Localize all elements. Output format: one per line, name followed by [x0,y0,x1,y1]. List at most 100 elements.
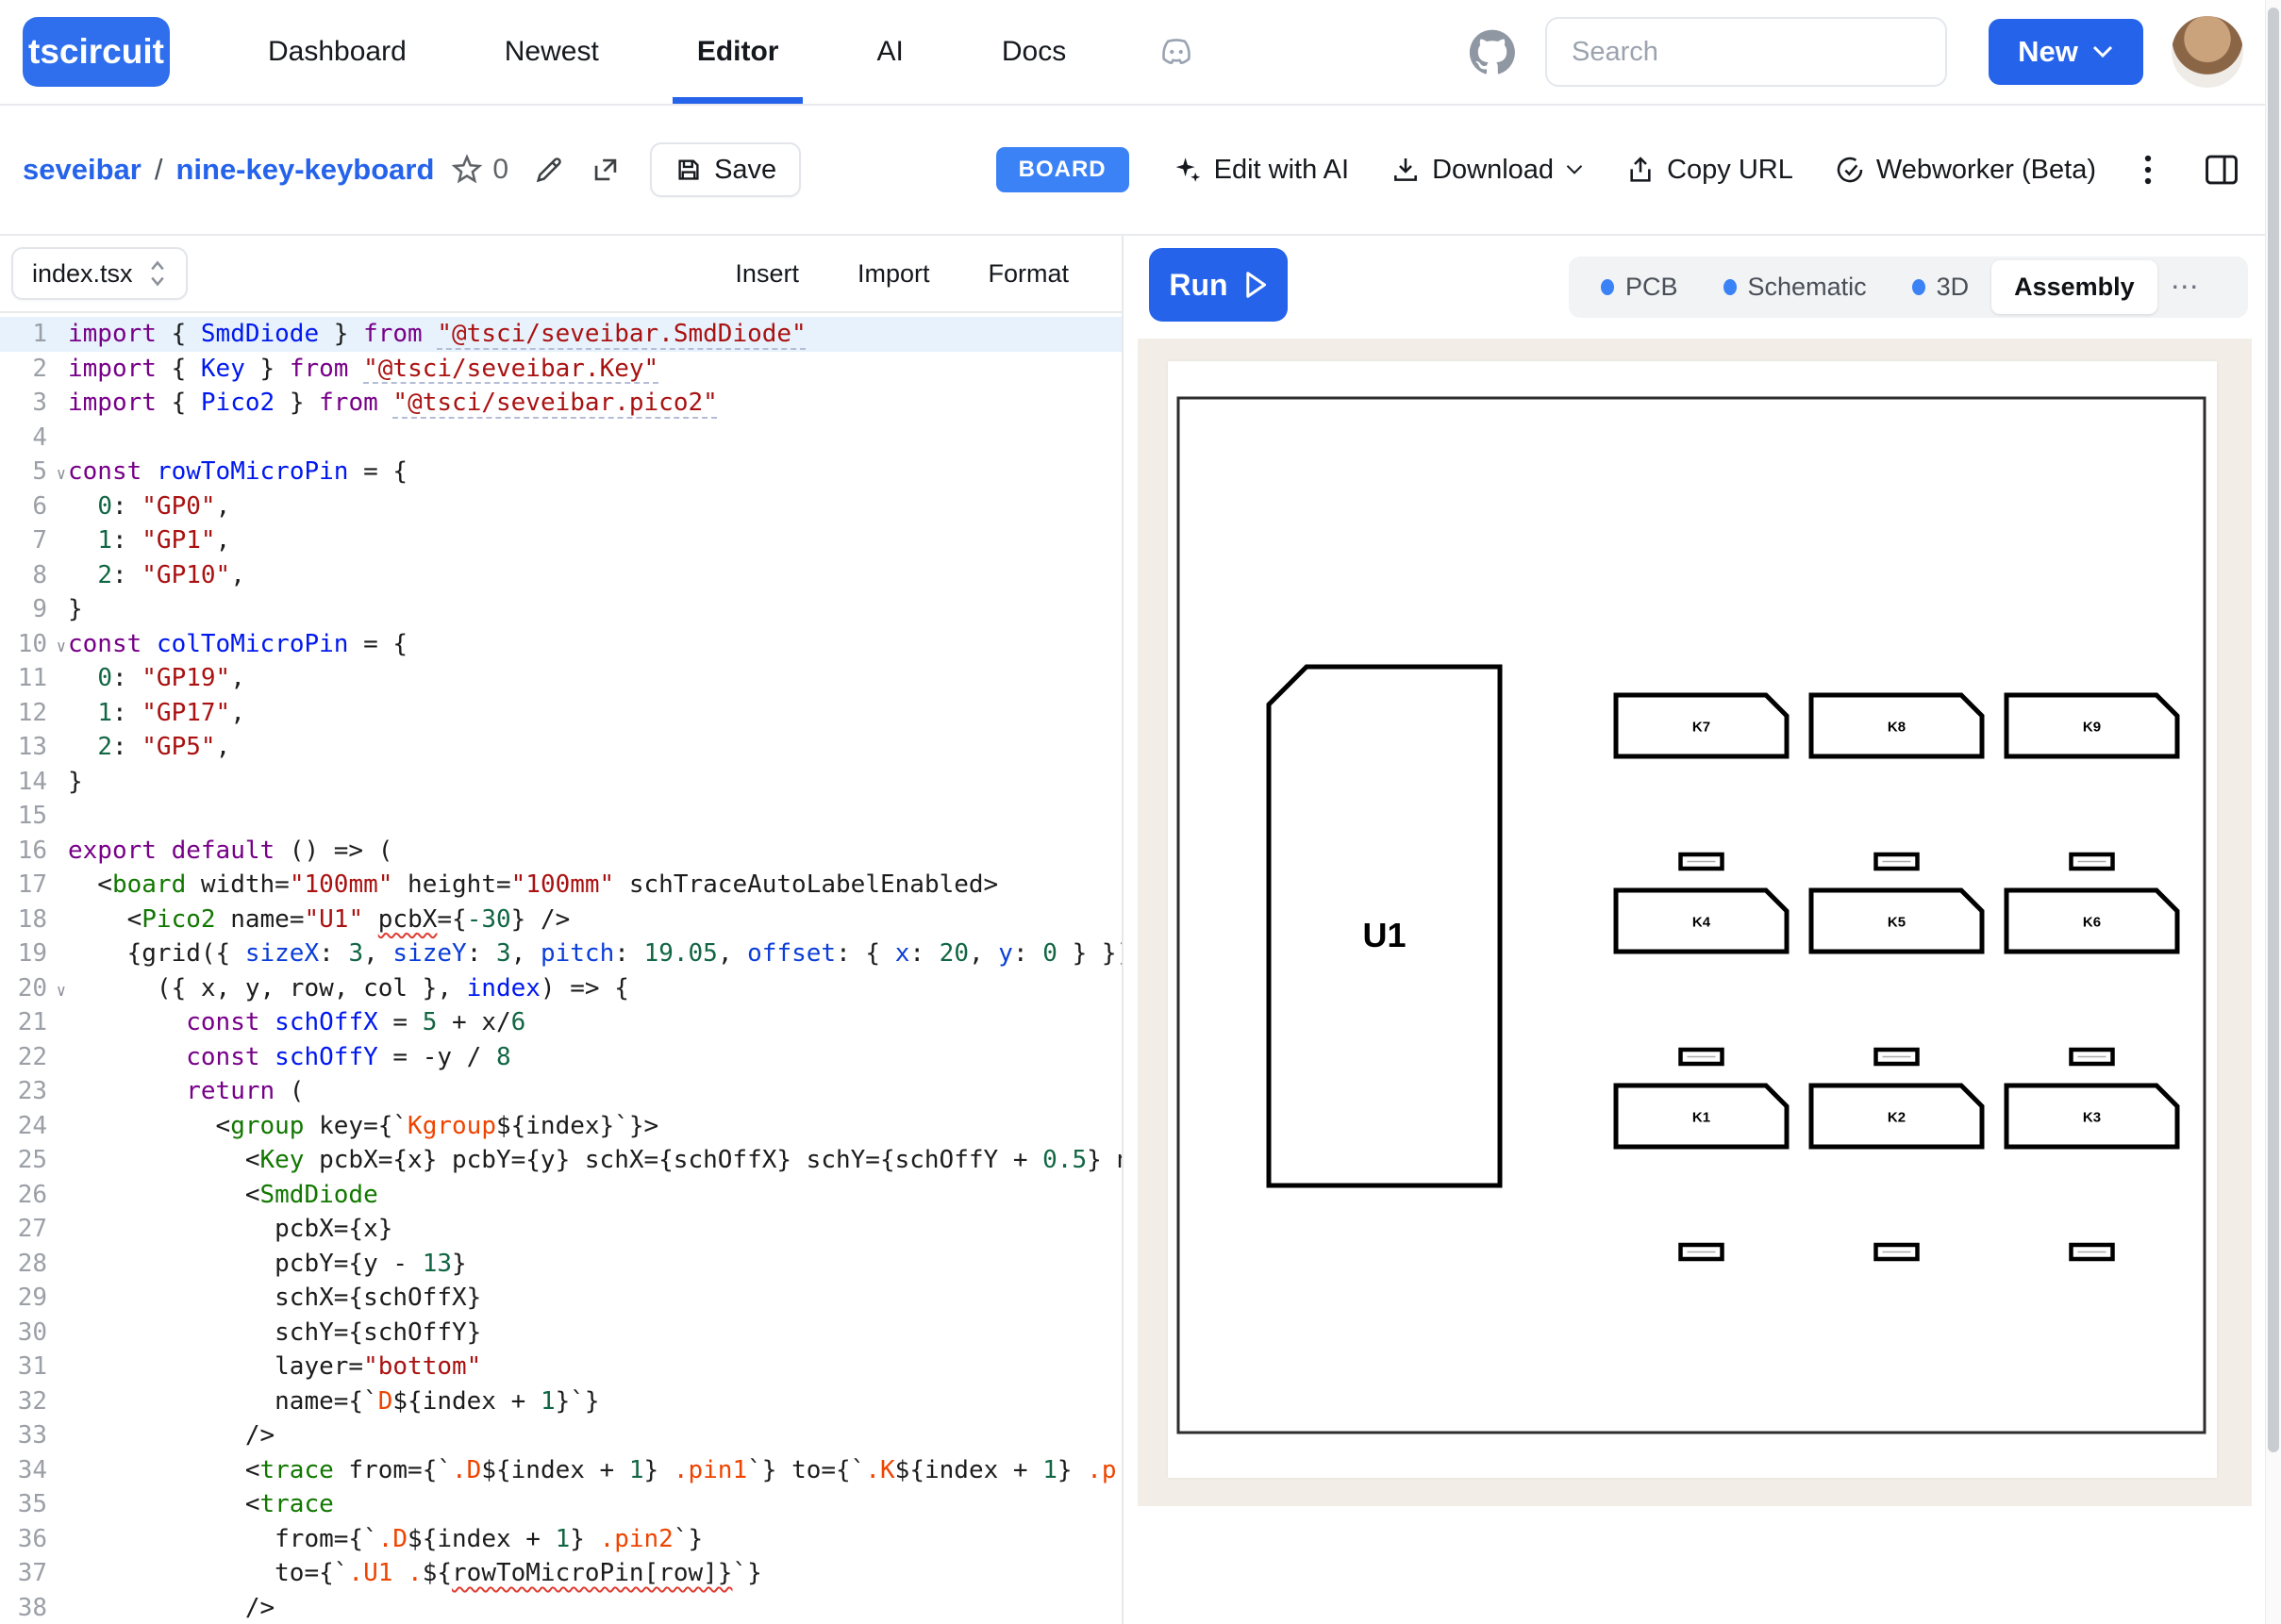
code-line-4[interactable]: 4 [0,421,1122,456]
window-scrollbar-thumb[interactable] [2268,8,2279,1452]
copy-url-label: Copy URL [1667,155,1793,186]
editor-menu-import[interactable]: Import [857,259,930,289]
fold-arrow-icon[interactable]: ∨ [57,630,66,665]
code-line-16[interactable]: 16export default () => ( [0,834,1122,869]
tab-3d[interactable]: 3D [1890,260,1992,314]
more-options-button[interactable] [2141,153,2155,187]
code-line-31[interactable]: 31 layer="bottom" [0,1350,1122,1384]
code-line-12[interactable]: 12 1: "GP17", [0,696,1122,731]
line-number: 18 [0,903,62,937]
code-line-6[interactable]: 6 0: "GP0", [0,489,1122,524]
tabs-overflow-button[interactable]: ⋯ [2157,271,2214,304]
nav-link-ai[interactable]: AI [876,0,903,104]
code-line-24[interactable]: 24 <group key={`Kgroup${index}`}> [0,1109,1122,1144]
chip-u1-label: U1 [1362,916,1406,954]
run-button-label: Run [1169,268,1227,303]
tab-pcb[interactable]: PCB [1578,260,1701,314]
run-button[interactable]: Run [1149,248,1288,322]
code-line-27[interactable]: 27 pcbX={x} [0,1212,1122,1247]
breadcrumb-owner[interactable]: seveibar [23,153,142,187]
code-text: pcbX={x} [62,1212,392,1247]
code-line-14[interactable]: 14} [0,765,1122,800]
code-line-21[interactable]: 21 const schOffX = 5 + x/6 [0,1005,1122,1040]
code-line-5[interactable]: 5∨const rowToMicroPin = { [0,455,1122,489]
code-line-9[interactable]: 9} [0,592,1122,627]
edit-with-ai-label: Edit with AI [1214,155,1349,186]
top-nav: tscircuit Dashboard Newest Editor AI Docs Ne… [0,0,2281,106]
search-input[interactable] [1545,17,1947,87]
fold-arrow-icon[interactable]: ∨ [57,457,66,492]
key-k6-label: K6 [2083,915,2101,931]
code-line-26[interactable]: 26 <SmdDiode [0,1178,1122,1213]
nav-link-editor[interactable]: Editor [697,0,779,104]
code-line-19[interactable]: 19 {grid({ sizeX: 3, sizeY: 3, pitch: 19… [0,936,1122,971]
code-line-11[interactable]: 11 0: "GP19", [0,661,1122,696]
code-line-13[interactable]: 13 2: "GP5", [0,730,1122,765]
code-line-37[interactable]: 37 to={`.U1 .${rowToMicroPin[row]}`} [0,1556,1122,1591]
tab-schematic[interactable]: Schematic [1701,260,1890,314]
webworker-toggle[interactable]: Webworker (Beta) [1835,155,2096,186]
rename-button[interactable] [533,154,565,186]
download-button[interactable]: Download [1390,155,1584,186]
code-line-25[interactable]: 25 <Key pcbX={x} pcbY={y} schX={schOffX}… [0,1143,1122,1178]
code-line-38[interactable]: 38 /> [0,1591,1122,1624]
tab-assembly[interactable]: Assembly [1991,260,2157,314]
line-number: 2 [0,352,62,387]
code-line-36[interactable]: 36 from={`.D${index + 1} .pin2`} [0,1522,1122,1557]
tab-label: Assembly [2014,273,2135,302]
copy-url-button[interactable]: Copy URL [1625,155,1793,186]
nav-link-docs[interactable]: Docs [1002,0,1066,104]
fold-arrow-icon[interactable]: ∨ [57,974,66,1009]
code-line-2[interactable]: 2import { Key } from "@tsci/seveibar.Key… [0,352,1122,387]
code-line-33[interactable]: 33 /> [0,1418,1122,1453]
code-line-10[interactable]: 10∨const colToMicroPin = { [0,627,1122,662]
code-line-8[interactable]: 8 2: "GP10", [0,558,1122,593]
github-icon[interactable] [1470,29,1515,75]
nav-link-newest[interactable]: Newest [505,0,599,104]
code-line-17[interactable]: 17 <board width="100mm" height="100mm" s… [0,868,1122,903]
line-number: 7 [0,523,62,558]
tab-status-dot [1723,279,1737,295]
code-line-1[interactable]: 1import { SmdDiode } from "@tsci/seveiba… [0,317,1122,352]
line-number: 8 [0,558,62,593]
code-line-20[interactable]: 20∨ ({ x, y, row, col }, index) => { [0,971,1122,1006]
assembly-canvas[interactable]: U1K7K8K9K4K5K6K1K2K3 [1138,339,2252,1506]
nav-link-dashboard[interactable]: Dashboard [268,0,407,104]
download-label: Download [1432,155,1554,186]
code-line-34[interactable]: 34 <trace from={`.D${index + 1} .pin1`} … [0,1453,1122,1488]
toggle-panel-button[interactable] [2204,154,2239,186]
code-text [62,799,68,834]
file-selector[interactable]: index.tsx [11,247,188,300]
editor-menu-insert[interactable]: Insert [735,259,799,289]
code-editor[interactable]: 1import { SmdDiode } from "@tsci/seveiba… [0,313,1122,1624]
star-control[interactable]: 0 [451,154,508,186]
breadcrumb-project[interactable]: nine-key-keyboard [175,153,434,187]
editor-menu-format[interactable]: Format [988,259,1069,289]
code-line-7[interactable]: 7 1: "GP1", [0,523,1122,558]
code-text: to={`.U1 .${rowToMicroPin[row]}`} [62,1556,762,1591]
line-number: 33 [0,1418,62,1453]
open-external-button[interactable] [590,154,622,186]
code-line-35[interactable]: 35 <trace [0,1487,1122,1522]
share-icon [1625,155,1656,185]
edit-with-ai-button[interactable]: Edit with AI [1171,154,1349,186]
check-circle-icon [1835,155,1865,185]
board-badge[interactable]: BOARD [996,147,1129,192]
key-k9-label: K9 [2083,720,2101,736]
code-line-3[interactable]: 3import { Pico2 } from "@tsci/seveibar.p… [0,386,1122,421]
code-line-29[interactable]: 29 schX={schOffX} [0,1281,1122,1316]
code-line-23[interactable]: 23 return ( [0,1074,1122,1109]
code-line-22[interactable]: 22 const schOffY = -y / 8 [0,1040,1122,1075]
new-button[interactable]: New [1989,19,2143,85]
discord-icon[interactable] [1157,36,1196,68]
code-line-15[interactable]: 15 [0,799,1122,834]
tscircuit-logo[interactable]: tscircuit [23,17,170,87]
save-button[interactable]: Save [650,142,801,197]
code-line-32[interactable]: 32 name={`D${index + 1}`} [0,1384,1122,1419]
code-line-30[interactable]: 30 schY={schOffY} [0,1316,1122,1351]
window-scrollbar-track[interactable] [2265,0,2281,1624]
pencil-icon [533,154,565,186]
avatar[interactable] [2172,16,2243,88]
code-line-18[interactable]: 18 <Pico2 name="U1" pcbX={-30} /> [0,903,1122,937]
code-line-28[interactable]: 28 pcbY={y - 13} [0,1247,1122,1282]
